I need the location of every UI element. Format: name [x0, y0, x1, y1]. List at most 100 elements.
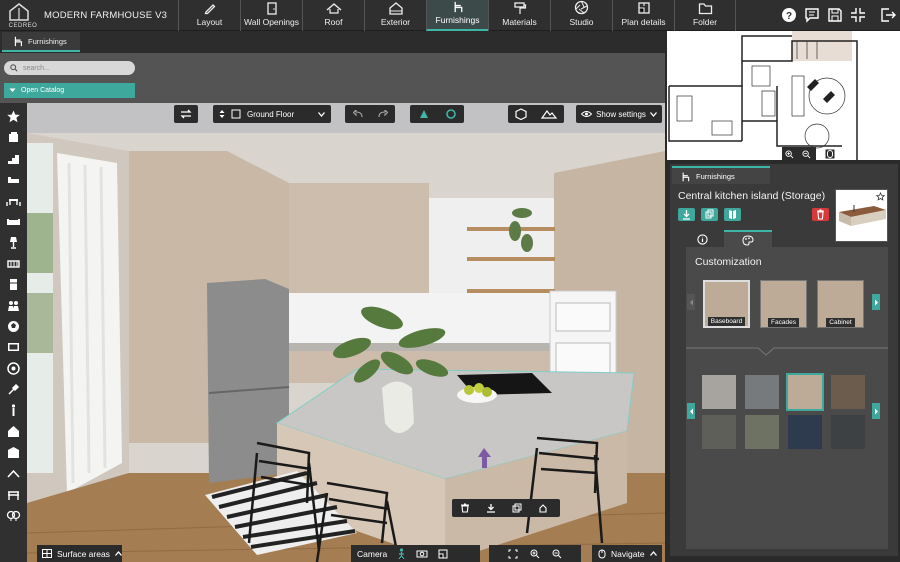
section-tab-furnishings[interactable]: Furnishings: [2, 32, 80, 52]
navigate-button[interactable]: Navigate: [592, 545, 662, 562]
comment-icon[interactable]: [804, 7, 820, 23]
redo-icon[interactable]: [377, 110, 388, 118]
download-icon[interactable]: [486, 503, 496, 513]
3d-scene[interactable]: [27, 103, 665, 562]
categories-prev-button[interactable]: [687, 294, 695, 310]
category-facades[interactable]: Facades: [760, 280, 807, 328]
tab-label: Wall Openings: [244, 17, 299, 27]
swatches-next-button[interactable]: [872, 403, 880, 419]
delete-object-button[interactable]: [812, 208, 829, 221]
house-solid-icon[interactable]: [6, 424, 21, 439]
person-icon[interactable]: [397, 548, 406, 559]
chevron-left-icon: [689, 299, 693, 305]
mountain-icon[interactable]: [541, 109, 557, 119]
stairs-icon[interactable]: [6, 151, 21, 166]
help-icon[interactable]: ?: [781, 7, 797, 23]
tab-plan-details[interactable]: Plan details: [612, 0, 674, 31]
duplicate-icon[interactable]: [512, 503, 522, 513]
camera-toolbar: Camera: [351, 545, 480, 562]
library-button[interactable]: [724, 208, 741, 221]
tab-customization[interactable]: [724, 230, 772, 248]
minimap-zoom-out-icon[interactable]: [802, 150, 811, 159]
chevron-left-icon: [689, 408, 693, 414]
pergola-icon[interactable]: [6, 487, 21, 502]
floor-plan-minimap[interactable]: [667, 31, 900, 160]
zoom-out-icon[interactable]: [552, 549, 562, 559]
cube-icon[interactable]: [515, 108, 527, 120]
color-swatch[interactable]: [702, 375, 736, 409]
color-swatch[interactable]: [788, 415, 822, 449]
fridge-icon[interactable]: [6, 277, 21, 292]
color-swatch[interactable]: [831, 415, 865, 449]
camera-icon[interactable]: [416, 549, 428, 558]
figure-icon[interactable]: [6, 403, 21, 418]
3d-viewport[interactable]: [27, 103, 665, 562]
target-icon[interactable]: [6, 361, 21, 376]
customization-title: Customization: [695, 256, 762, 268]
floor-selector[interactable]: Ground Floor: [213, 105, 331, 123]
radiator-icon[interactable]: [6, 256, 21, 271]
rotate-icon[interactable]: [538, 503, 548, 513]
surface-areas-button[interactable]: Surface areas: [37, 545, 122, 562]
chevron-right-icon: [874, 408, 878, 414]
minimap-mouse-icon[interactable]: [825, 149, 835, 159]
tools-icon[interactable]: [6, 382, 21, 397]
sofa-icon[interactable]: [6, 214, 21, 229]
ball-icon[interactable]: [6, 319, 21, 334]
view-3d-icon[interactable]: [418, 108, 430, 120]
tab-studio[interactable]: Studio: [550, 0, 612, 31]
people-icon[interactable]: [6, 298, 21, 313]
favorite-star-icon[interactable]: [876, 192, 885, 201]
category-cabinet[interactable]: Cabinet: [817, 280, 864, 328]
undo-icon[interactable]: [352, 110, 363, 118]
bed-icon[interactable]: [6, 172, 21, 187]
color-swatch[interactable]: [786, 373, 824, 411]
zoom-in-icon[interactable]: [530, 549, 540, 559]
tab-roof[interactable]: Roof: [302, 0, 364, 31]
paint-roller-icon: [513, 2, 526, 14]
duplicate-object-button[interactable]: [701, 208, 718, 221]
color-swatch[interactable]: [831, 375, 865, 409]
arch-icon[interactable]: [6, 466, 21, 481]
color-swatch[interactable]: [745, 415, 779, 449]
lamp-icon[interactable]: [6, 235, 21, 250]
category-baseboard[interactable]: Baseboard: [703, 280, 750, 328]
fit-icon[interactable]: [508, 549, 518, 559]
cabinet-icon[interactable]: [6, 130, 21, 145]
tab-folder[interactable]: Folder: [674, 0, 736, 31]
navigate-label: Navigate: [611, 548, 645, 559]
show-settings-button[interactable]: Show settings: [576, 105, 662, 123]
tab-wall-openings[interactable]: Wall Openings: [240, 0, 302, 31]
box-icon[interactable]: [6, 445, 21, 460]
tree-icon[interactable]: [6, 508, 21, 523]
tab-exterior[interactable]: Exterior: [364, 0, 426, 31]
star-icon[interactable]: [6, 109, 21, 124]
save-icon[interactable]: [827, 7, 843, 23]
project-title[interactable]: MODERN FARMHOUSE V3: [44, 10, 167, 21]
chevron-down-icon: [9, 88, 16, 92]
delete-icon[interactable]: [460, 503, 470, 513]
tab-info[interactable]: [680, 230, 724, 248]
render-group: [508, 105, 564, 123]
color-swatch[interactable]: [702, 415, 736, 449]
categories-next-button[interactable]: [872, 294, 880, 310]
color-swatch[interactable]: [745, 375, 779, 409]
tv-icon[interactable]: [6, 340, 21, 355]
collapse-icon[interactable]: [850, 7, 866, 23]
swap-view-button[interactable]: [174, 105, 198, 123]
swatches-prev-button[interactable]: [687, 403, 695, 419]
dining-icon[interactable]: [6, 193, 21, 208]
place-object-button[interactable]: [678, 208, 695, 221]
tab-furnishings[interactable]: Furnishings: [426, 0, 488, 31]
minimap-zoom-in-icon[interactable]: [785, 150, 794, 159]
blueprint-icon: [637, 2, 650, 14]
catalog-search-input[interactable]: search...: [4, 61, 135, 75]
furnishings-panel-tab[interactable]: Furnishings: [672, 166, 770, 184]
sun-icon[interactable]: [445, 108, 457, 120]
plan-view-icon[interactable]: [438, 549, 448, 559]
tab-materials[interactable]: Materials: [488, 0, 550, 31]
chair-icon: [682, 172, 690, 181]
open-catalog-button[interactable]: Open Catalog: [4, 83, 135, 98]
logout-icon[interactable]: [880, 7, 896, 23]
tab-layout[interactable]: Layout: [178, 0, 240, 31]
